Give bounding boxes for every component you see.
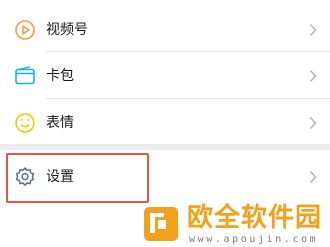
- chevron-right-icon: [309, 116, 317, 130]
- card-wallet-icon: [15, 66, 35, 85]
- watermark-logo-icon: [144, 207, 178, 241]
- chevron-right-icon: [309, 170, 317, 184]
- chevron-right-icon: [309, 23, 317, 37]
- menu-group-main: 视频号 卡包 表情: [0, 0, 330, 144]
- chevron-right-icon: [309, 69, 317, 83]
- watermark-title: 欧全软件园: [187, 203, 323, 233]
- menu-item-card-wallet[interactable]: 卡包: [0, 52, 330, 100]
- menu-item-label: 卡包: [46, 68, 74, 84]
- menu-item-label: 表情: [46, 115, 74, 131]
- menu-item-emoji[interactable]: 表情: [0, 99, 330, 147]
- menu-item-label: 视频号: [46, 22, 88, 38]
- video-channel-icon: [15, 20, 35, 40]
- watermark-url: www.apoujin.com: [189, 234, 319, 245]
- menu-item-video-channel[interactable]: 视频号: [0, 6, 330, 54]
- watermark: 欧全软件园 www.apoujin.com: [139, 203, 330, 247]
- emoji-icon: [15, 113, 35, 133]
- settings-highlight-box: [6, 153, 149, 203]
